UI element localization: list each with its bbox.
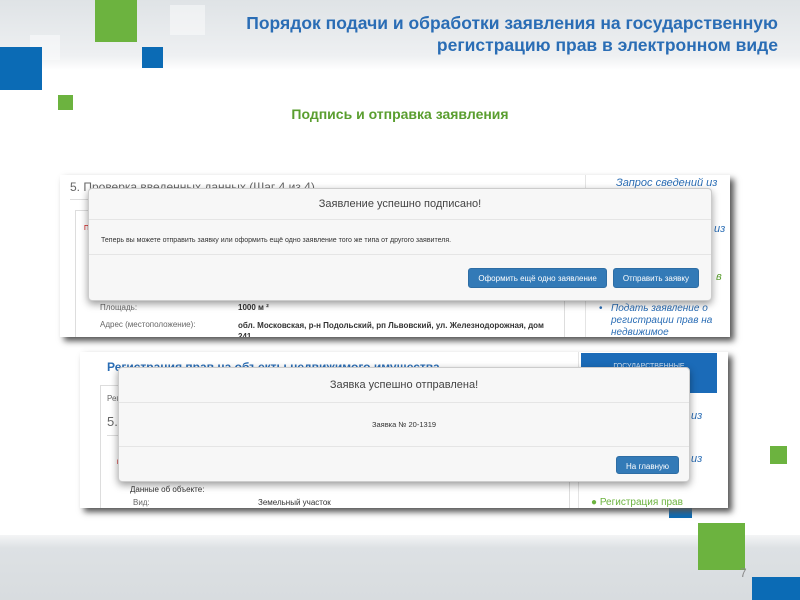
screenshot-signed: 5. Проверка введенных данных (Шаг 4 из 4…	[60, 175, 730, 337]
modal-title: Заявление успешно подписано!	[89, 189, 711, 220]
bullet-text: Подать заявление о регистрации прав на н…	[611, 303, 713, 337]
decor-square	[770, 446, 787, 464]
check-icon: ●	[591, 497, 598, 508]
bullet-icon: •	[599, 303, 603, 314]
sidebar-link[interactable]: из	[691, 410, 702, 422]
new-application-button[interactable]: Оформить ещё одно заявление	[468, 268, 607, 288]
footer-band	[0, 535, 800, 600]
application-number: Заявка № 20-1319	[371, 420, 437, 429]
page-number: 7	[740, 566, 747, 580]
green-item-text: Регистрация прав	[599, 497, 683, 508]
decor-square	[698, 523, 745, 570]
decor-square	[0, 47, 42, 90]
field-value: 1000 м ²	[238, 303, 269, 312]
sidebar-link[interactable]: из	[714, 223, 725, 235]
sidebar-bullet-link[interactable]: • Подать заявление о регистрации прав на…	[599, 303, 726, 337]
home-button[interactable]: На главную	[616, 456, 679, 474]
screenshot-sent: Регистрация прав на объекты недвижимого …	[80, 352, 728, 508]
signed-modal: Заявление успешно подписано! Теперь вы м…	[88, 188, 712, 301]
slide-title: Порядок подачи и обработки заявления на …	[246, 13, 778, 55]
decor-square	[752, 577, 800, 600]
sent-modal: Заявка успешно отправлена! Заявка № 20-1…	[118, 367, 690, 482]
field-value: обл. Московская, р-н Подольский, рп Льво…	[238, 321, 544, 337]
decor-square	[95, 0, 137, 42]
modal-body: Теперь вы можете отправить заявку или оф…	[101, 237, 452, 244]
modal-title: Заявка успешно отправлена!	[119, 368, 689, 403]
type-value: Земельный участок	[258, 498, 331, 507]
sidebar-link[interactable]: в	[716, 271, 722, 283]
sidebar-link[interactable]: из	[691, 453, 702, 465]
field-label: Площадь:	[100, 303, 138, 312]
send-application-button[interactable]: Отправить заявку	[612, 268, 699, 288]
sidebar-green-item[interactable]: ● Регистрация прав	[591, 497, 683, 508]
object-label: Данные об объекте:	[130, 485, 205, 494]
type-label: Вид:	[133, 498, 150, 507]
slide-subtitle: Подпись и отправка заявления	[291, 106, 509, 122]
field-label: Адрес (местоположение):	[100, 320, 196, 329]
